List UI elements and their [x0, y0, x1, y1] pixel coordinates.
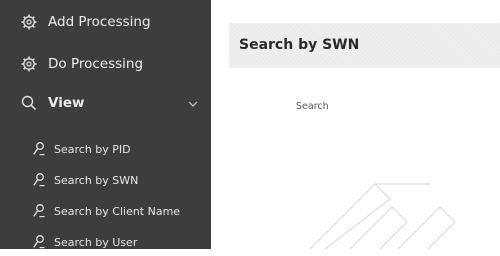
gear-icon — [20, 55, 38, 73]
gear-icon — [20, 13, 38, 31]
page-header: Search by SWN — [229, 23, 500, 68]
search-button[interactable]: Search — [296, 96, 352, 116]
sidebar-item-do-processing[interactable]: Do Processing — [0, 46, 211, 82]
user-search-icon — [32, 234, 48, 250]
sidebar-item-add-processing[interactable]: Add Processing — [0, 4, 211, 40]
sidebar-subitem-search-by-user[interactable]: Search by User — [0, 228, 211, 256]
sidebar-item-label: Do Processing — [48, 56, 144, 72]
sidebar-item-label: View — [48, 95, 85, 111]
page-title: Search by SWN — [239, 37, 360, 53]
user-search-icon — [32, 141, 48, 157]
sidebar-subitem-search-by-swn[interactable]: Search by SWN — [0, 166, 211, 194]
sidebar: Add Processing Do Processing View Search… — [0, 0, 211, 249]
sidebar-item-label: Add Processing — [48, 14, 151, 30]
user-search-icon — [32, 203, 48, 219]
sidebar-subitem-label: Search by PID — [54, 142, 131, 156]
sidebar-subitem-label: Search by SWN — [54, 173, 139, 187]
user-search-icon — [32, 172, 48, 188]
sidebar-subitem-search-by-pid[interactable]: Search by PID — [0, 135, 211, 163]
chevron-down-icon[interactable] — [186, 96, 200, 110]
watermark-graphic — [309, 183, 456, 249]
sidebar-subitem-label: Search by Client Name — [54, 204, 181, 218]
sidebar-subitem-label: Search by User — [54, 235, 138, 249]
sidebar-item-view[interactable]: View — [0, 85, 211, 121]
sidebar-subitem-search-by-client-name[interactable]: Search by Client Name — [0, 197, 211, 225]
search-icon — [20, 94, 38, 112]
